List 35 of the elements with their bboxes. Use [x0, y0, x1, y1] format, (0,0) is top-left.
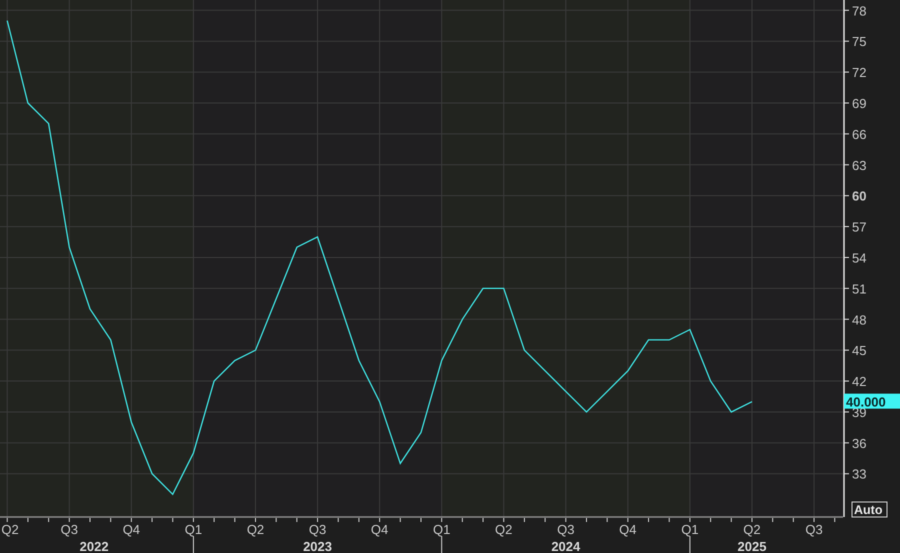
- y-tick-label: 78: [852, 3, 866, 18]
- auto-button[interactable]: Auto: [852, 502, 888, 518]
- x-tick-label: Q2: [743, 522, 761, 537]
- x-tick-label: Q1: [433, 522, 450, 537]
- y-tick-label: 60: [852, 188, 866, 204]
- y-tick-label: 63: [852, 158, 866, 173]
- y-tick-label: 57: [852, 220, 866, 235]
- x-tick-label: Q4: [370, 522, 388, 537]
- y-tick-label: 66: [852, 126, 866, 142]
- y-tick-label: 42: [852, 374, 866, 390]
- y-tick-label: 45: [852, 343, 866, 358]
- x-tick-label: Q4: [122, 522, 140, 537]
- year-label: 2025: [738, 539, 766, 553]
- x-tick-label: Q3: [308, 522, 326, 537]
- x-tick-label: Q4: [619, 522, 637, 537]
- y-tick-label: 33: [852, 466, 866, 482]
- x-tick-label: Q3: [557, 522, 574, 537]
- x-tick-label: Q1: [184, 522, 202, 537]
- year-label: 2024: [551, 539, 580, 553]
- y-tick-label: 36: [852, 436, 866, 451]
- x-tick-label: Q2: [1, 522, 19, 537]
- y-tick-label: 75: [852, 34, 866, 50]
- year-label: 2023: [303, 539, 332, 553]
- x-tick-label: Q3: [60, 522, 78, 537]
- y-tick-label: 69: [852, 96, 866, 111]
- y-tick-label: 72: [852, 65, 866, 80]
- y-tick-label: 48: [852, 312, 866, 328]
- y-tick-label: 51: [852, 281, 866, 296]
- x-tick-label: Q1: [681, 522, 699, 537]
- x-tick-label: Q3: [805, 522, 823, 537]
- x-tick-label: Q2: [246, 522, 264, 537]
- year-label: 2022: [80, 539, 109, 553]
- y-tick-label: 54: [852, 250, 866, 266]
- x-tick-label: Q2: [495, 522, 512, 537]
- last-value-badge: 40.000: [844, 394, 900, 410]
